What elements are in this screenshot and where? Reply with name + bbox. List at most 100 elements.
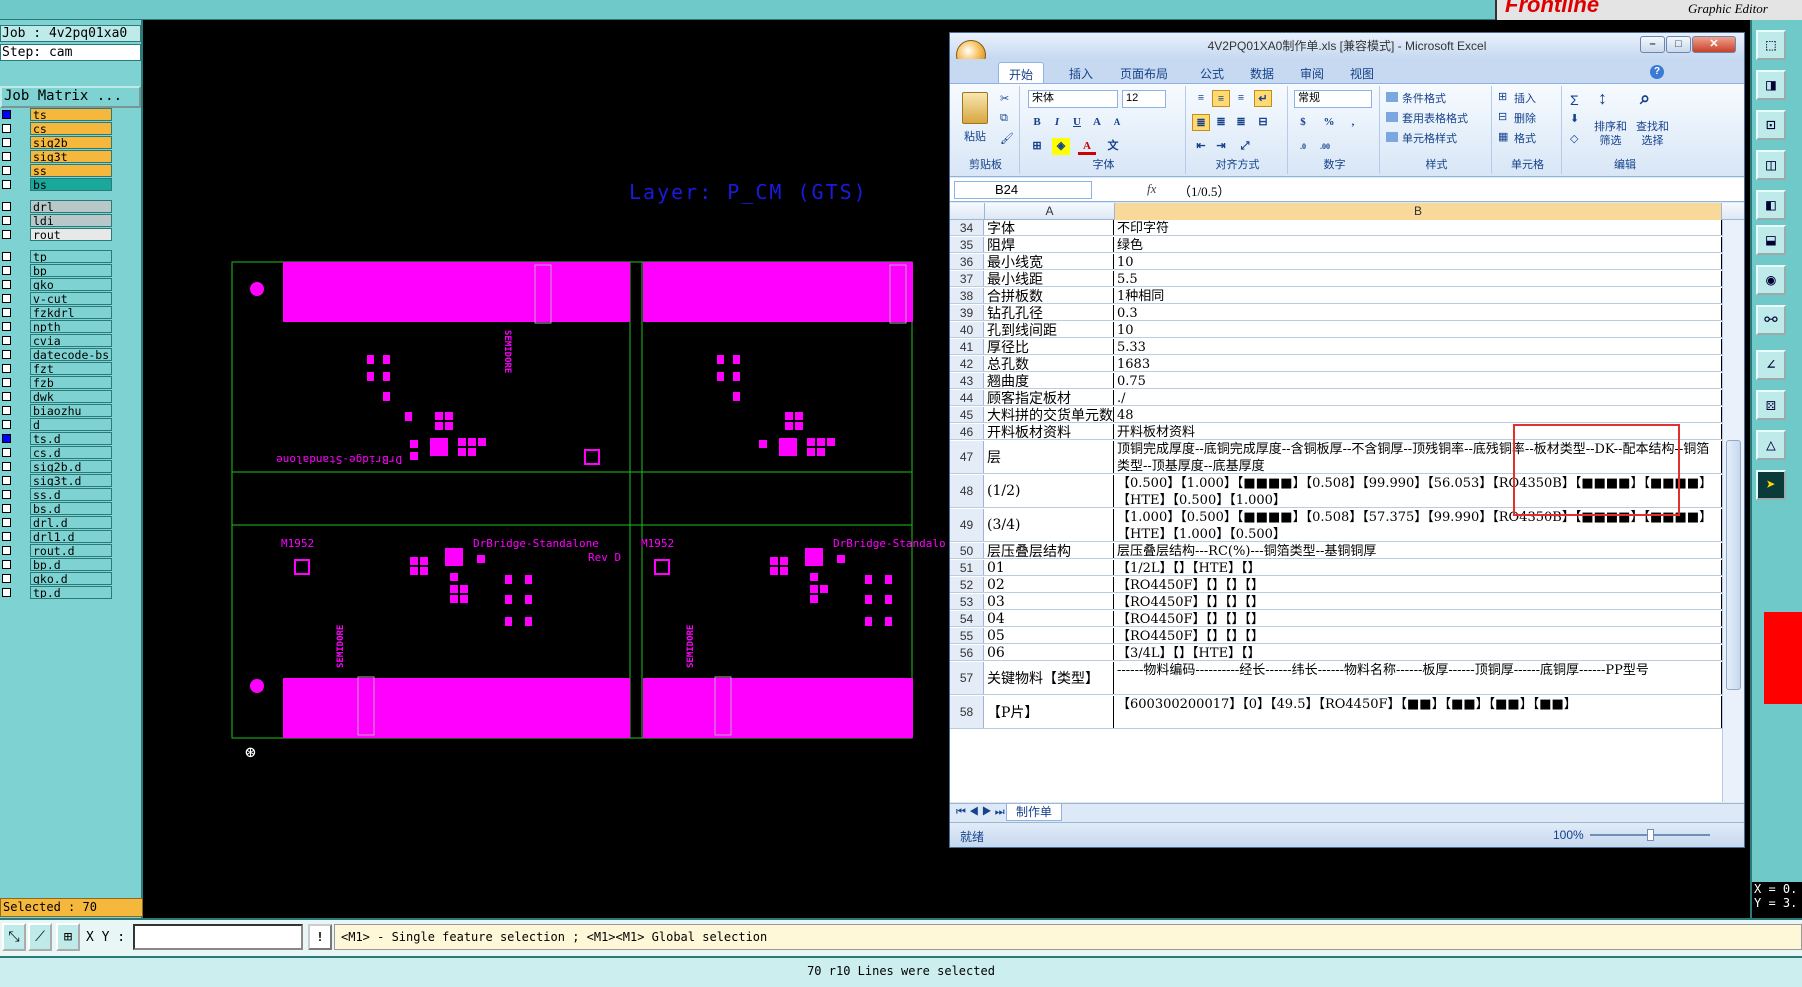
layer-checkbox[interactable] (2, 462, 11, 471)
layer-name[interactable]: ldi (30, 214, 112, 227)
cell-b[interactable]: 48 (1115, 407, 1722, 422)
layer-name[interactable]: fzt (30, 362, 112, 375)
phonetic-icon[interactable]: 文 (1104, 138, 1122, 155)
cell-a[interactable]: 04 (985, 611, 1114, 626)
zoom-tool-icon[interactable]: ⤡ (2, 923, 26, 951)
align-bottom-icon[interactable]: ≡ (1232, 90, 1250, 107)
layer-name[interactable]: ss (30, 164, 112, 177)
find-select-button[interactable]: 查找和 选择 (1636, 120, 1669, 148)
cell-b[interactable]: 【RO4450F】【】【】【】 (1115, 577, 1722, 592)
layer-checkbox[interactable] (2, 280, 11, 289)
cell-b[interactable]: 【RO4450F】【】【】【】 (1115, 628, 1722, 643)
cell-b[interactable]: 10 (1115, 254, 1722, 269)
decrease-indent-icon[interactable]: ⇤ (1192, 138, 1210, 155)
layer-checkbox[interactable] (2, 180, 11, 189)
cell-a[interactable]: 层压叠层结构 (985, 543, 1114, 558)
paste-icon[interactable] (962, 92, 988, 124)
paste-button[interactable]: 粘贴 (964, 128, 986, 144)
align-middle-icon[interactable]: ≡ (1212, 90, 1230, 107)
layer-checkbox[interactable] (2, 504, 11, 513)
layer-checkbox[interactable] (2, 138, 11, 147)
align-center-icon[interactable]: ≣ (1212, 114, 1230, 131)
angle-tool-icon[interactable]: ∠ (1756, 350, 1786, 380)
layer-checkbox[interactable] (2, 406, 11, 415)
warning-button[interactable]: ! (308, 924, 332, 950)
measure-tool-icon[interactable]: ⟋ (28, 923, 52, 951)
cell-a[interactable]: (1/2) (985, 475, 1114, 507)
increase-indent-icon[interactable]: ⇥ (1212, 138, 1230, 155)
cell-b[interactable]: 【RO4450F】【】【】【】 (1115, 611, 1722, 626)
italic-icon[interactable]: I (1048, 114, 1066, 131)
xy-input[interactable] (133, 924, 303, 950)
layer-name[interactable]: drl1.d (30, 530, 112, 543)
row-number[interactable]: 49 (950, 509, 984, 541)
zoom-level[interactable]: 100% (1553, 828, 1584, 842)
layer-row[interactable]: drl.d (0, 516, 113, 530)
cell-b[interactable]: 5.5 (1115, 271, 1722, 286)
zoom-slider-handle[interactable] (1647, 829, 1654, 841)
layer-name[interactable]: cs (30, 122, 112, 135)
cell-b[interactable]: 1种相同 (1115, 288, 1722, 303)
layer-row[interactable]: cvia (0, 334, 113, 348)
maximize-icon[interactable]: □ (1666, 36, 1691, 53)
cell-styles-button[interactable]: 单元格样式 (1402, 130, 1457, 146)
row-number[interactable]: 40 (950, 322, 984, 337)
formula-input[interactable]: （1/0.5） (1178, 181, 1230, 200)
row-number[interactable]: 50 (950, 543, 984, 558)
align-right-icon[interactable]: ≣ (1232, 114, 1250, 131)
layer-checkbox[interactable] (2, 378, 11, 387)
layer-checkbox[interactable] (2, 490, 11, 499)
layer-checkbox[interactable] (2, 574, 11, 583)
cell-grid[interactable]: 34 字体 不印字符 35 阻焊 绿色 36 最小线宽 10 37 最小线距 5.5 38 合拼板数 1种相… (950, 220, 1744, 802)
layer-checkbox[interactable] (2, 448, 11, 457)
cell-a[interactable]: 翘曲度 (985, 373, 1114, 388)
layer-name[interactable]: datecode-bs (30, 348, 112, 361)
bold-icon[interactable]: B (1028, 114, 1046, 131)
layer-row[interactable]: ldi (0, 214, 113, 228)
layer-checkbox[interactable] (2, 560, 11, 569)
select-tool-icon[interactable]: ◉ (1756, 265, 1786, 295)
layer-checkbox[interactable] (2, 308, 11, 317)
cut-icon[interactable]: ✂ (1000, 92, 1009, 105)
layer-row[interactable]: sig3t.d (0, 474, 113, 488)
cell-b[interactable]: 0.75 (1115, 373, 1722, 388)
layer-row[interactable]: rout.d (0, 544, 113, 558)
layer-row[interactable]: bp.d (0, 558, 113, 572)
percent-icon[interactable]: % (1320, 114, 1338, 131)
layer-row[interactable]: dwk (0, 390, 113, 404)
decrease-decimal-icon[interactable]: .00 (1316, 138, 1334, 155)
delete-cells-button[interactable]: 删除 (1514, 110, 1536, 126)
layer-row[interactable]: drl1.d (0, 530, 113, 544)
border-icon[interactable]: ⊞ (1028, 138, 1046, 155)
row-number[interactable]: 48 (950, 475, 984, 507)
close-icon[interactable]: ✕ (1692, 36, 1736, 53)
connect-tool-icon[interactable]: ⚯ (1756, 305, 1786, 335)
name-box[interactable]: B24 (954, 181, 1092, 199)
layer-name[interactable]: dwk (30, 390, 112, 403)
cell-b[interactable]: 绿色 (1115, 237, 1722, 252)
row-number[interactable]: 45 (950, 407, 984, 422)
layer-name[interactable]: sig3t (30, 150, 112, 163)
cell-a[interactable]: 层 (985, 441, 1114, 473)
row-number[interactable]: 43 (950, 373, 984, 388)
cell-b[interactable]: 【RO4450F】【】【】【】 (1115, 594, 1722, 609)
layer-row[interactable]: sig3t (0, 150, 113, 164)
layer-checkbox[interactable] (2, 518, 11, 527)
job-matrix-button[interactable]: Job Matrix ... (0, 86, 141, 108)
layer-row[interactable]: datecode-bs (0, 348, 113, 362)
cell-a[interactable]: (3/4) (985, 509, 1114, 541)
layer-row[interactable]: gko.d (0, 572, 113, 586)
tab-formulas[interactable]: 公式 (1190, 62, 1234, 83)
layer-name[interactable]: bs.d (30, 502, 112, 515)
select-all-corner[interactable] (950, 203, 985, 220)
sum-icon[interactable]: Σ (1570, 92, 1579, 108)
cell-a[interactable]: 开料板材资料 (985, 424, 1114, 439)
fill-color-icon[interactable]: ◈ (1052, 138, 1070, 155)
cell-a[interactable]: 【P片】 (985, 696, 1114, 728)
font-size-select[interactable]: 12 (1122, 90, 1166, 108)
move-tool-icon[interactable]: ◨ (1756, 70, 1786, 100)
orientation-icon[interactable]: ⤢ (1236, 138, 1254, 155)
layer-row[interactable]: rout (0, 228, 113, 242)
cell-b[interactable]: 1683 (1115, 356, 1722, 371)
row-number[interactable]: 55 (950, 628, 984, 643)
